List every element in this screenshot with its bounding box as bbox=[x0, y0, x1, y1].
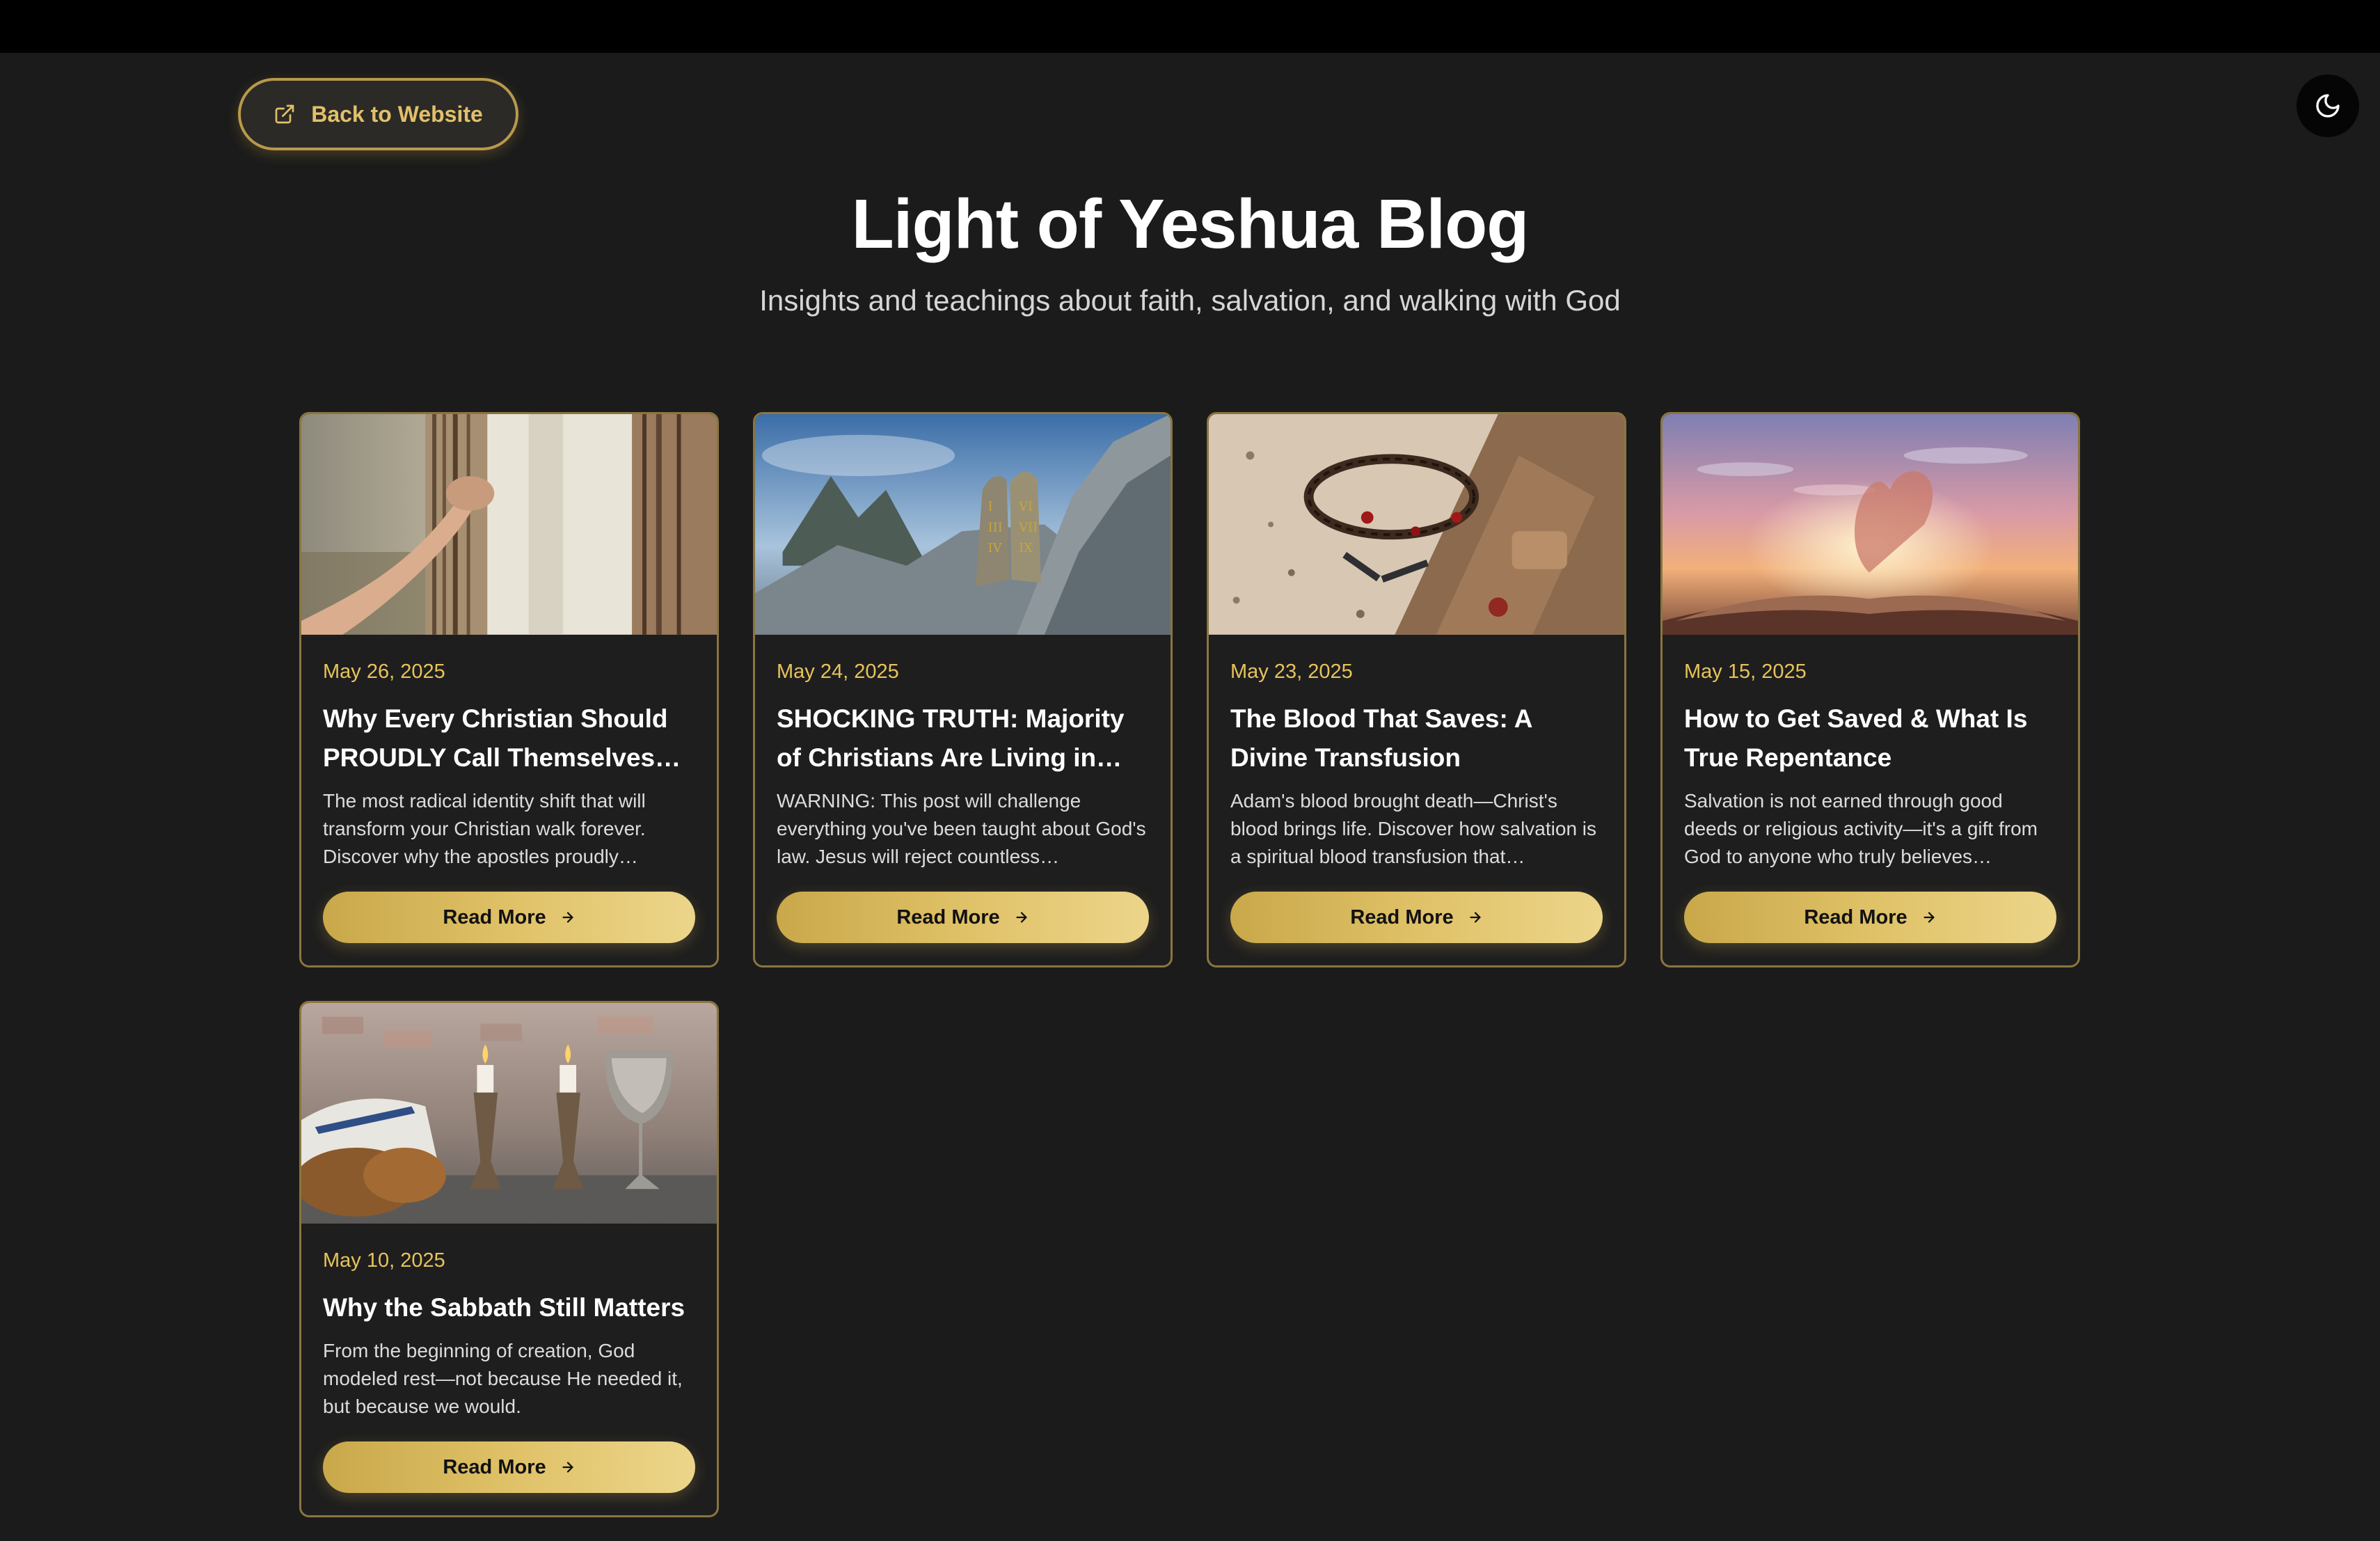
read-more-button[interactable]: Read More bbox=[323, 892, 695, 943]
post-title[interactable]: Why Every Christian Should PROUDLY Call … bbox=[323, 700, 695, 777]
post-date: May 26, 2025 bbox=[323, 661, 445, 683]
post-excerpt: Salvation is not earned through good dee… bbox=[1684, 790, 2038, 867]
blog-post-card[interactable]: I III IV VI VII IX May 24, 2025 SHOCKING TRU… bbox=[753, 412, 1173, 967]
svg-text:IX: IX bbox=[1019, 541, 1033, 555]
post-excerpt: From the beginning of creation, God mode… bbox=[323, 1340, 683, 1417]
post-date: May 15, 2025 bbox=[1684, 661, 1807, 683]
svg-text:IV: IV bbox=[988, 541, 1003, 555]
arrow-right-icon bbox=[1470, 912, 1481, 923]
post-image-crown-of-thorns[interactable] bbox=[1209, 414, 1624, 637]
svg-text:I: I bbox=[988, 500, 993, 514]
arrow-right-icon bbox=[562, 1462, 573, 1473]
post-date: May 23, 2025 bbox=[1230, 661, 1353, 683]
post-title[interactable]: Why the Sabbath Still Matters bbox=[323, 1288, 695, 1327]
read-more-button[interactable]: Read More bbox=[777, 892, 1149, 943]
theme-toggle-button[interactable] bbox=[2296, 74, 2359, 137]
blog-post-card[interactable]: May 15, 2025 How to Get Saved & What Is … bbox=[1660, 412, 2080, 967]
post-image-tablets-mountain[interactable]: I III IV VI VII IX bbox=[755, 414, 1171, 637]
arrow-right-icon bbox=[1923, 912, 1935, 923]
back-to-website-label: Back to Website bbox=[311, 101, 483, 127]
page-subtitle: Insights and teachings about faith, salv… bbox=[759, 284, 1621, 317]
blog-post-card[interactable]: May 23, 2025 The Blood That Saves: A Div… bbox=[1207, 412, 1626, 967]
post-image-hands[interactable] bbox=[301, 414, 717, 637]
svg-text:VI: VI bbox=[1018, 500, 1033, 514]
read-more-label: Read More bbox=[1350, 906, 1454, 928]
browser-top-bar bbox=[0, 0, 2380, 53]
post-date: May 10, 2025 bbox=[323, 1249, 445, 1272]
arrow-right-icon bbox=[562, 912, 573, 923]
read-more-button[interactable]: Read More bbox=[1230, 892, 1603, 943]
post-date: May 24, 2025 bbox=[777, 661, 899, 683]
svg-text:VII: VII bbox=[1018, 520, 1038, 535]
post-title[interactable]: SHOCKING TRUTH: Majority of Christians A… bbox=[777, 700, 1149, 777]
blog-post-card[interactable]: May 26, 2025 Why Every Christian Should … bbox=[299, 412, 719, 967]
read-more-label: Read More bbox=[443, 1455, 546, 1478]
page-title: Light of Yeshua Blog bbox=[851, 185, 1530, 263]
arrow-right-icon bbox=[1016, 912, 1027, 923]
read-more-button[interactable]: Read More bbox=[323, 1441, 695, 1493]
external-link-icon bbox=[275, 104, 294, 124]
post-image-sabbath-candles[interactable] bbox=[301, 1003, 717, 1226]
read-more-label: Read More bbox=[443, 906, 546, 928]
moon-icon bbox=[2316, 94, 2340, 118]
read-more-label: Read More bbox=[896, 906, 1000, 928]
svg-text:III: III bbox=[988, 520, 1003, 535]
post-excerpt: The most radical identity shift that wil… bbox=[323, 790, 646, 867]
read-more-label: Read More bbox=[1804, 906, 1907, 928]
read-more-button[interactable]: Read More bbox=[1684, 892, 2056, 943]
post-title[interactable]: How to Get Saved & What Is True Repentan… bbox=[1684, 700, 2056, 777]
blog-post-card[interactable]: May 10, 2025 Why the Sabbath Still Matte… bbox=[299, 1001, 719, 1517]
post-excerpt: WARNING: This post will challenge everyt… bbox=[777, 790, 1146, 867]
post-image-heart-book-sunset[interactable] bbox=[1663, 414, 2078, 637]
post-title[interactable]: The Blood That Saves: A Divine Transfusi… bbox=[1230, 700, 1603, 777]
post-excerpt: Adam's blood brought death—Christ's bloo… bbox=[1230, 790, 1597, 867]
back-to-website-button[interactable]: Back to Website bbox=[238, 78, 518, 150]
